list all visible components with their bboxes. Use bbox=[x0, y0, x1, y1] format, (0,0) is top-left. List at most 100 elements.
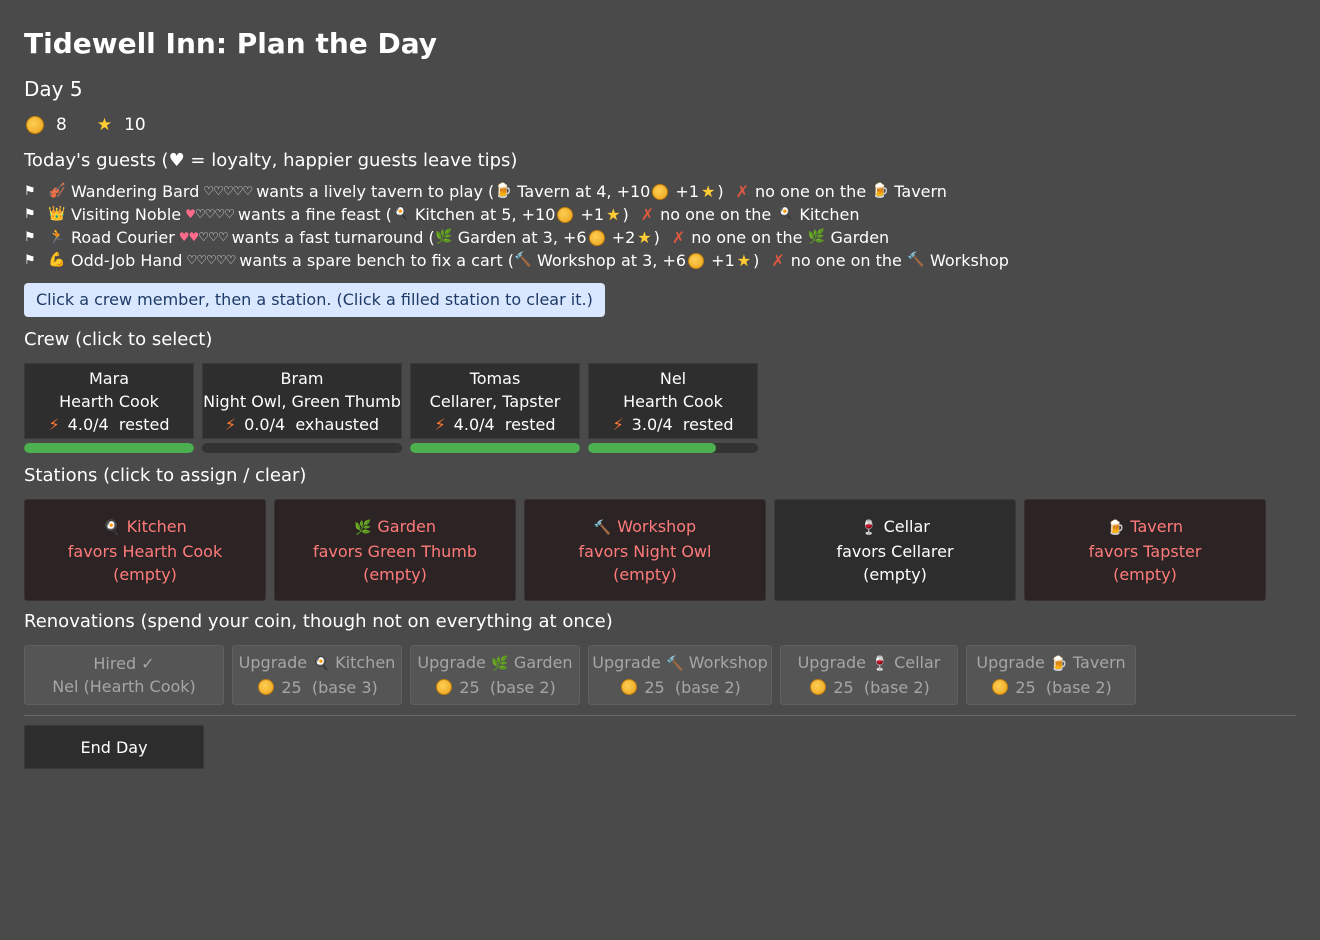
wine-glass-icon: 🍷 bbox=[871, 656, 889, 672]
tavern-icon: 🍺 bbox=[871, 183, 889, 199]
runner-icon: 🏃 bbox=[48, 229, 66, 245]
guest-row: ⚑ 🎻 Wandering Bard ♡♡♡♡♡ wants a lively … bbox=[24, 182, 947, 201]
upgrade-tavern-button[interactable]: Upgrade 🍺 Tavern 25 (base 2) bbox=[966, 645, 1136, 705]
divider bbox=[24, 715, 1296, 716]
station-title: 🍺 Tavern bbox=[1107, 515, 1183, 540]
coins-stat: 8 bbox=[24, 112, 67, 138]
star-icon: ★ bbox=[736, 251, 752, 270]
crew-state: rested bbox=[682, 414, 734, 434]
hammer-icon: 🔨 bbox=[666, 656, 684, 672]
wine-glass-icon: 🍷 bbox=[860, 519, 878, 536]
station-tavern[interactable]: 🍺 Tavern favors Tapster (empty) bbox=[1024, 499, 1266, 601]
crew-energy: 0.0/4 bbox=[244, 414, 286, 434]
guest-name: Odd-Job Hand bbox=[71, 251, 183, 270]
kitchen-icon: 🍳 bbox=[103, 519, 121, 536]
hired-badge: Hired ✓ Nel (Hearth Cook) bbox=[24, 645, 224, 705]
kitchen-icon: 🍳 bbox=[312, 656, 330, 672]
crew-card-bram[interactable]: Bram Night Owl, Green Thumb ⚡ 0.0/4 exhau… bbox=[202, 363, 402, 453]
crew-energy: 4.0/4 bbox=[453, 414, 495, 434]
crew-button[interactable]: Mara Hearth Cook ⚡ 4.0/4 rested bbox=[24, 363, 194, 439]
hammer-icon: 🔨 bbox=[593, 519, 612, 536]
crew-card-mara[interactable]: Mara Hearth Cook ⚡ 4.0/4 rested bbox=[24, 363, 194, 453]
coin-icon bbox=[688, 252, 705, 269]
upgrade-garden-button[interactable]: Upgrade 🌿 Garden 25 (base 2) bbox=[410, 645, 580, 705]
guest-fail-station: Workshop bbox=[930, 251, 1009, 270]
loyalty-hearts: ♡♡♡♡♡ bbox=[186, 253, 236, 267]
energy-bar-fill bbox=[588, 443, 716, 453]
upgrade-base: (base 2) bbox=[489, 678, 556, 697]
crew-energy-line: ⚡ 4.0/4 rested bbox=[25, 413, 193, 436]
guest-want: wants a spare bench to fix a cart ( bbox=[239, 251, 514, 270]
star-icon: ★ bbox=[606, 205, 621, 224]
stations-heading: Stations (click to assign / clear) bbox=[24, 465, 307, 486]
coin-icon bbox=[621, 679, 638, 695]
station-kitchen[interactable]: 🍳 Kitchen favors Hearth Cook (empty) bbox=[24, 499, 266, 601]
coin-icon bbox=[258, 679, 275, 695]
station-cellar[interactable]: 🍷 Cellar favors Cellarer (empty) bbox=[774, 499, 1016, 601]
guest-list: ⚑ 🎻 Wandering Bard ♡♡♡♡♡ wants a lively … bbox=[24, 180, 1296, 272]
fail-icon: ✗ bbox=[735, 182, 750, 201]
upgrade-cost: 25 bbox=[459, 678, 480, 697]
crew-state: exhausted bbox=[295, 414, 380, 434]
crew-card-tomas[interactable]: Tomas Cellarer, Tapster ⚡ 4.0/4 rested bbox=[410, 363, 580, 453]
guest-requirement: Workshop at 3, +6 bbox=[536, 251, 687, 270]
guest-name: Visiting Noble bbox=[71, 205, 182, 224]
station-favors: favors Hearth Cook bbox=[67, 541, 223, 561]
energy-icon: ⚡ bbox=[434, 414, 446, 434]
upgrade-cost: 25 bbox=[1015, 678, 1036, 697]
crew-traits: Night Owl, Green Thumb bbox=[203, 391, 401, 411]
loyalty-hearts: ♡♡♡♡♡ bbox=[203, 184, 253, 198]
crew-traits: Hearth Cook bbox=[623, 391, 723, 411]
crew-button[interactable]: Tomas Cellarer, Tapster ⚡ 4.0/4 rested bbox=[410, 363, 580, 439]
station-favors: favors Tapster bbox=[1088, 541, 1202, 561]
station-status: (empty) bbox=[113, 564, 177, 584]
guest-want: wants a fast turnaround ( bbox=[231, 228, 435, 247]
crew-name: Bram bbox=[280, 368, 324, 388]
resource-bar: 8 ★ 10 bbox=[24, 112, 1296, 138]
station-name: Workshop bbox=[617, 516, 697, 536]
flag-icon: ⚑ bbox=[24, 253, 36, 268]
upgrade-workshop-button[interactable]: Upgrade 🔨 Workshop 25 (base 2) bbox=[588, 645, 772, 705]
crew-traits: Hearth Cook bbox=[59, 391, 159, 411]
energy-bar bbox=[588, 443, 758, 453]
garden-icon: 🌿 bbox=[491, 656, 509, 672]
fail-icon: ✗ bbox=[640, 205, 655, 224]
station-title: 🍷 Cellar bbox=[860, 515, 930, 540]
station-status: (empty) bbox=[363, 564, 427, 584]
flexed-arm-icon: 💪 bbox=[48, 252, 66, 268]
upgrade-prefix: Upgrade bbox=[238, 653, 308, 672]
coin-icon bbox=[652, 183, 669, 200]
crew-heading: Crew (click to select) bbox=[24, 329, 213, 350]
crew-name: Nel bbox=[659, 368, 687, 388]
guests-heading: Today's guests (♥ = loyalty, happier gue… bbox=[24, 150, 518, 171]
upgrade-station: Tavern bbox=[1072, 653, 1126, 672]
station-garden[interactable]: 🌿 Garden favors Green Thumb (empty) bbox=[274, 499, 516, 601]
fail-icon: ✗ bbox=[771, 251, 785, 270]
upgrade-station: Cellar bbox=[894, 653, 941, 672]
guest-star-reward: +1 bbox=[675, 182, 700, 201]
crew-energy: 3.0/4 bbox=[631, 414, 673, 434]
upgrade-cellar-button[interactable]: Upgrade 🍷 Cellar 25 (base 2) bbox=[780, 645, 958, 705]
station-name: Garden bbox=[377, 516, 437, 536]
energy-bar bbox=[24, 443, 194, 453]
guest-requirement: Garden at 3, +6 bbox=[457, 228, 587, 247]
end-day-button[interactable]: End Day bbox=[24, 725, 204, 769]
star-icon: ★ bbox=[637, 228, 652, 247]
crew-energy-line: ⚡ 3.0/4 rested bbox=[589, 413, 757, 436]
station-workshop[interactable]: 🔨 Workshop favors Night Owl (empty) bbox=[524, 499, 766, 601]
upgrade-kitchen-button[interactable]: Upgrade 🍳 Kitchen 25 (base 3) bbox=[232, 645, 402, 705]
coin-icon bbox=[436, 679, 453, 695]
station-status: (empty) bbox=[613, 564, 677, 584]
upgrade-base: (base 3) bbox=[311, 678, 378, 697]
guest-fail-station: Kitchen bbox=[799, 205, 860, 224]
tavern-icon: 🍺 bbox=[1050, 656, 1068, 672]
guest-star-reward: +1 bbox=[580, 205, 605, 224]
crew-button[interactable]: Nel Hearth Cook ⚡ 3.0/4 rested bbox=[588, 363, 758, 439]
station-title: 🌿 Garden bbox=[354, 515, 436, 540]
crew-card-nel[interactable]: Nel Hearth Cook ⚡ 3.0/4 rested bbox=[588, 363, 758, 453]
station-list: 🍳 Kitchen favors Hearth Cook (empty) 🌿 Gar… bbox=[24, 499, 1296, 601]
guest-want: wants a fine feast ( bbox=[237, 205, 392, 224]
upgrade-prefix: Upgrade bbox=[417, 653, 486, 672]
guest-star-reward: +1 bbox=[711, 251, 735, 270]
crew-button[interactable]: Bram Night Owl, Green Thumb ⚡ 0.0/4 exhau… bbox=[202, 363, 402, 439]
